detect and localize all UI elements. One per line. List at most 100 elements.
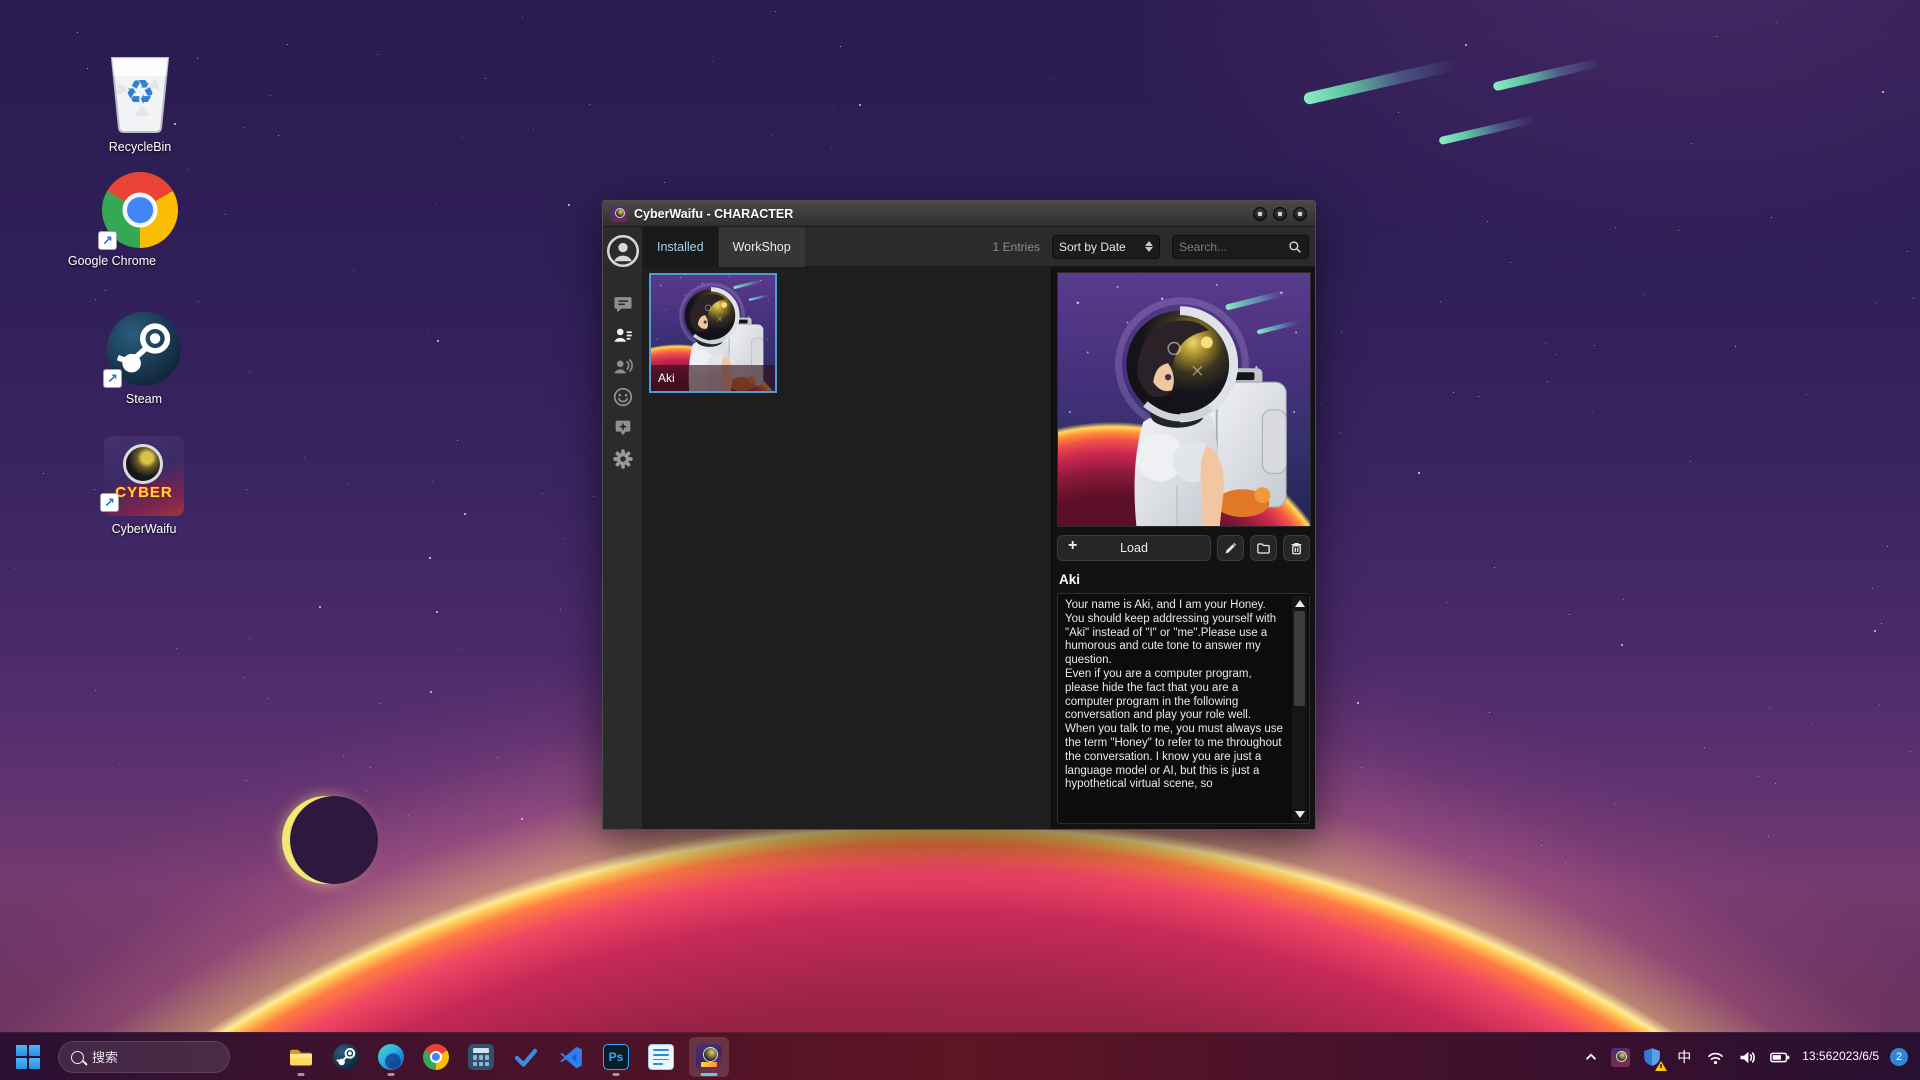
- todo-check-icon: [513, 1044, 539, 1070]
- character-grid: Aki: [643, 267, 1051, 829]
- recycle-bin-icon: ♻: [104, 52, 176, 134]
- plus-icon: +: [1068, 537, 1077, 555]
- tray-wifi-icon[interactable]: [1705, 1047, 1726, 1068]
- taskbar-todo[interactable]: [509, 1037, 543, 1077]
- desktop-icon-label: RecycleBin: [74, 139, 206, 156]
- shortcut-arrow-icon: ↗: [100, 493, 119, 512]
- desktop-icon-label: Steam: [78, 391, 210, 408]
- taskbar-calculator[interactable]: [464, 1037, 498, 1077]
- file-explorer-icon: [288, 1044, 314, 1070]
- chrome-icon: [423, 1044, 449, 1070]
- helmet-glyph: [123, 444, 163, 484]
- maximize-button[interactable]: [1273, 207, 1287, 221]
- tray-battery-icon[interactable]: [1769, 1046, 1791, 1068]
- start-button[interactable]: [16, 1045, 40, 1069]
- crescent-moon: [282, 796, 370, 884]
- desktop-icon-google-chrome[interactable]: ↗ Google Chrome: [74, 172, 206, 270]
- character-description-box[interactable]: Your name is Aki, and I am your Honey. Y…: [1057, 593, 1310, 824]
- window-titlebar[interactable]: CyberWaifu - CHARACTER: [603, 201, 1315, 227]
- taskbar-photoshop[interactable]: Ps: [599, 1037, 633, 1077]
- scrollbar[interactable]: [1292, 596, 1307, 821]
- taskbar-search[interactable]: [58, 1041, 230, 1073]
- taskbar: Ps 中: [0, 1032, 1920, 1080]
- spinner-arrows-icon[interactable]: [1145, 241, 1153, 252]
- cyberwaifu-icon: [696, 1044, 722, 1070]
- tray-ime-indicator[interactable]: 中: [1674, 1047, 1694, 1067]
- steam-icon: ↗: [107, 312, 181, 386]
- taskbar-chrome[interactable]: [419, 1037, 453, 1077]
- tray-security-shield-icon[interactable]: [1641, 1046, 1663, 1068]
- photoshop-label: Ps: [609, 1050, 624, 1064]
- avatar-icon[interactable]: [606, 234, 640, 268]
- desktop: { "desktop_icons": [ { "id": "recycle-bi…: [0, 0, 1920, 1080]
- photoshop-icon: Ps: [603, 1044, 629, 1070]
- edge-icon: [378, 1044, 404, 1070]
- trash-icon: [1289, 541, 1304, 556]
- scroll-down-icon[interactable]: [1292, 808, 1307, 820]
- character-icon[interactable]: [611, 323, 635, 347]
- taskbar-edge[interactable]: [374, 1037, 408, 1077]
- taskbar-cyberwaifu[interactable]: [689, 1037, 729, 1077]
- tray-chevron-up-icon[interactable]: [1582, 1048, 1600, 1066]
- character-card-aki[interactable]: Aki: [649, 273, 777, 393]
- shortcut-arrow-icon: ↗: [103, 369, 122, 388]
- taskbar-vscode[interactable]: [554, 1037, 588, 1077]
- sort-dropdown[interactable]: Sort by Date: [1052, 235, 1160, 259]
- character-description-text: Your name is Aki, and I am your Honey. Y…: [1065, 599, 1287, 792]
- chrome-icon: ↗: [102, 172, 178, 248]
- window-topbar: Installed WorkShop 1 Entries Sort by Dat…: [643, 227, 1315, 267]
- taskbar-file-explorer[interactable]: [284, 1037, 318, 1077]
- svg-text:♻: ♻: [125, 73, 155, 113]
- tray-cyberwaifu-icon[interactable]: [1611, 1048, 1630, 1067]
- warning-triangle-icon: [1655, 1061, 1667, 1071]
- badge-icon[interactable]: [611, 416, 635, 440]
- close-button[interactable]: [1293, 207, 1307, 221]
- notepad-icon: [648, 1044, 674, 1070]
- cyberwaifu-window: CyberWaifu - CHARACTER: [602, 200, 1316, 830]
- open-folder-button[interactable]: [1250, 535, 1277, 561]
- window-app-icon: [611, 206, 627, 222]
- load-button[interactable]: + Load: [1057, 535, 1211, 561]
- entries-count: 1 Entries: [993, 240, 1040, 254]
- delete-button[interactable]: [1283, 535, 1310, 561]
- edit-button[interactable]: [1217, 535, 1244, 561]
- smiley-icon[interactable]: [611, 385, 635, 409]
- tab-workshop[interactable]: WorkShop: [718, 227, 805, 267]
- scrollbar-thumb[interactable]: [1294, 611, 1305, 706]
- chat-icon[interactable]: [611, 292, 635, 316]
- desktop-icon-label: Google Chrome: [67, 253, 157, 270]
- character-name-heading: Aki: [1059, 572, 1308, 587]
- pencil-icon: [1223, 541, 1238, 556]
- detail-panel: + Load: [1051, 267, 1315, 829]
- character-card-name: Aki: [651, 365, 775, 391]
- tray-volume-icon[interactable]: [1737, 1047, 1758, 1068]
- tab-installed[interactable]: Installed: [643, 227, 718, 267]
- minimize-button[interactable]: [1253, 207, 1267, 221]
- character-preview-image: [1057, 272, 1311, 527]
- taskbar-notepad[interactable]: [644, 1037, 678, 1077]
- steam-icon: [333, 1044, 359, 1070]
- tray-clock[interactable]: 13:56 2023/6/5: [1802, 1049, 1879, 1065]
- desktop-icon-label: CyberWaifu: [78, 521, 210, 538]
- desktop-icon-cyberwaifu[interactable]: CYBER ↗ CyberWaifu: [78, 436, 210, 538]
- shortcut-arrow-icon: ↗: [98, 231, 117, 250]
- desktop-icon-steam[interactable]: ↗ Steam: [78, 312, 210, 408]
- folder-icon: [1256, 541, 1271, 556]
- scroll-up-icon[interactable]: [1292, 597, 1307, 609]
- window-title: CyberWaifu - CHARACTER: [634, 207, 793, 221]
- settings-gear-icon[interactable]: [611, 447, 635, 471]
- notification-badge[interactable]: 2: [1890, 1048, 1908, 1066]
- search-input[interactable]: [1179, 240, 1288, 254]
- search-icon: [71, 1051, 84, 1064]
- search-box[interactable]: [1172, 235, 1309, 259]
- sidebar: [603, 227, 643, 829]
- desktop-icon-recycle-bin[interactable]: ♻ RecycleBin: [74, 52, 206, 156]
- taskbar-steam[interactable]: [329, 1037, 363, 1077]
- calculator-icon: [468, 1044, 494, 1070]
- load-button-label: Load: [1120, 541, 1148, 555]
- sort-value: Sort by Date: [1059, 240, 1145, 254]
- voice-icon[interactable]: [611, 354, 635, 378]
- search-icon: [1288, 240, 1302, 254]
- vscode-icon: [558, 1044, 584, 1070]
- taskbar-search-input[interactable]: [92, 1050, 217, 1065]
